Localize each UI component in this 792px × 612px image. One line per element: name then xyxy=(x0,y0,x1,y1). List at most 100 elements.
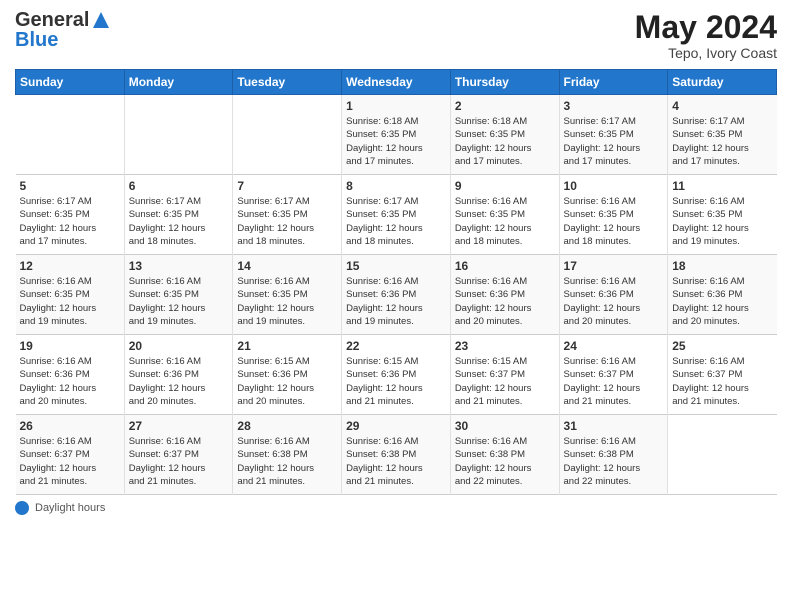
day-info: Sunrise: 6:16 AM Sunset: 6:35 PM Dayligh… xyxy=(20,275,120,328)
day-info: Sunrise: 6:16 AM Sunset: 6:37 PM Dayligh… xyxy=(20,435,120,488)
calendar-cell: 2 Sunrise: 6:18 AM Sunset: 6:35 PM Daylig… xyxy=(450,95,559,175)
week-row-2: 5 Sunrise: 6:17 AM Sunset: 6:35 PM Daylig… xyxy=(16,175,777,255)
col-friday: Friday xyxy=(559,70,668,95)
day-number: 29 xyxy=(346,419,446,433)
calendar-cell xyxy=(233,95,342,175)
col-sunday: Sunday xyxy=(16,70,125,95)
day-number: 18 xyxy=(672,259,772,273)
logo-blue-text: Blue xyxy=(15,29,58,51)
calendar-cell: 22 Sunrise: 6:15 AM Sunset: 6:36 PM Dayli… xyxy=(342,335,451,415)
day-info: Sunrise: 6:16 AM Sunset: 6:35 PM Dayligh… xyxy=(455,195,555,248)
day-info: Sunrise: 6:16 AM Sunset: 6:36 PM Dayligh… xyxy=(346,275,446,328)
day-number: 22 xyxy=(346,339,446,353)
day-number: 21 xyxy=(237,339,337,353)
col-saturday: Saturday xyxy=(668,70,777,95)
day-number: 4 xyxy=(672,99,772,113)
day-number: 31 xyxy=(564,419,664,433)
calendar-cell: 25 Sunrise: 6:16 AM Sunset: 6:37 PM Dayli… xyxy=(668,335,777,415)
calendar-cell: 6 Sunrise: 6:17 AM Sunset: 6:35 PM Daylig… xyxy=(124,175,233,255)
day-number: 15 xyxy=(346,259,446,273)
week-row-4: 19 Sunrise: 6:16 AM Sunset: 6:36 PM Dayli… xyxy=(16,335,777,415)
day-info: Sunrise: 6:16 AM Sunset: 6:38 PM Dayligh… xyxy=(237,435,337,488)
day-number: 30 xyxy=(455,419,555,433)
page: General Blue May 2024 Tepo, Ivory Coast … xyxy=(0,0,792,612)
col-wednesday: Wednesday xyxy=(342,70,451,95)
calendar-cell: 10 Sunrise: 6:16 AM Sunset: 6:35 PM Dayli… xyxy=(559,175,668,255)
day-number: 26 xyxy=(20,419,120,433)
calendar-cell xyxy=(668,415,777,495)
day-info: Sunrise: 6:18 AM Sunset: 6:35 PM Dayligh… xyxy=(346,115,446,168)
day-info: Sunrise: 6:16 AM Sunset: 6:35 PM Dayligh… xyxy=(672,195,772,248)
logo-blue-row: Blue xyxy=(15,30,111,51)
calendar-cell: 24Sunrise: 6:16 AM Sunset: 6:37 PM Dayli… xyxy=(559,335,668,415)
day-info: Sunrise: 6:16 AM Sunset: 6:36 PM Dayligh… xyxy=(455,275,555,328)
col-thursday: Thursday xyxy=(450,70,559,95)
day-number: 27 xyxy=(129,419,229,433)
logo-row: General xyxy=(15,10,111,30)
calendar-cell: 26 Sunrise: 6:16 AM Sunset: 6:37 PM Dayli… xyxy=(16,415,125,495)
calendar-cell: 1Sunrise: 6:18 AM Sunset: 6:35 PM Daylig… xyxy=(342,95,451,175)
day-number: 8 xyxy=(346,179,446,193)
day-info: Sunrise: 6:17 AM Sunset: 6:35 PM Dayligh… xyxy=(672,115,772,168)
day-number: 5 xyxy=(20,179,120,193)
day-number: 25 xyxy=(672,339,772,353)
col-monday: Monday xyxy=(124,70,233,95)
calendar-cell: 19 Sunrise: 6:16 AM Sunset: 6:36 PM Dayli… xyxy=(16,335,125,415)
day-number: 2 xyxy=(455,99,555,113)
footer: Daylight hours xyxy=(15,501,777,515)
day-info: Sunrise: 6:16 AM Sunset: 6:35 PM Dayligh… xyxy=(564,195,664,248)
week-row-5: 26 Sunrise: 6:16 AM Sunset: 6:37 PM Dayli… xyxy=(16,415,777,495)
day-number: 6 xyxy=(129,179,229,193)
day-number: 10 xyxy=(564,179,664,193)
day-info: Sunrise: 6:15 AM Sunset: 6:37 PM Dayligh… xyxy=(455,355,555,408)
calendar-cell: 8 Sunrise: 6:17 AM Sunset: 6:35 PM Daylig… xyxy=(342,175,451,255)
calendar-cell: 17 Sunrise: 6:16 AM Sunset: 6:36 PM Dayli… xyxy=(559,255,668,335)
day-number: 17 xyxy=(564,259,664,273)
day-number: 14 xyxy=(237,259,337,273)
day-info: Sunrise: 6:17 AM Sunset: 6:35 PM Dayligh… xyxy=(20,195,120,248)
day-info: Sunrise: 6:17 AM Sunset: 6:35 PM Dayligh… xyxy=(346,195,446,248)
day-number: 3 xyxy=(564,99,664,113)
day-info: Sunrise: 6:15 AM Sunset: 6:36 PM Dayligh… xyxy=(237,355,337,408)
day-info: Sunrise: 6:16 AM Sunset: 6:35 PM Dayligh… xyxy=(237,275,337,328)
calendar-cell: 12 Sunrise: 6:16 AM Sunset: 6:35 PM Dayli… xyxy=(16,255,125,335)
day-info: Sunrise: 6:16 AM Sunset: 6:35 PM Dayligh… xyxy=(129,275,229,328)
calendar-cell: 9 Sunrise: 6:16 AM Sunset: 6:35 PM Daylig… xyxy=(450,175,559,255)
calendar-cell xyxy=(124,95,233,175)
logo-area: General Blue xyxy=(15,10,111,51)
week-row-1: 1Sunrise: 6:18 AM Sunset: 6:35 PM Daylig… xyxy=(16,95,777,175)
col-tuesday: Tuesday xyxy=(233,70,342,95)
day-info: Sunrise: 6:16 AM Sunset: 6:36 PM Dayligh… xyxy=(129,355,229,408)
day-info: Sunrise: 6:16 AM Sunset: 6:38 PM Dayligh… xyxy=(564,435,664,488)
calendar-table: Sunday Monday Tuesday Wednesday Thursday… xyxy=(15,69,777,495)
day-info: Sunrise: 6:16 AM Sunset: 6:36 PM Dayligh… xyxy=(564,275,664,328)
day-number: 28 xyxy=(237,419,337,433)
logo-general-text: General xyxy=(15,10,89,30)
week-row-3: 12 Sunrise: 6:16 AM Sunset: 6:35 PM Dayli… xyxy=(16,255,777,335)
daylight-label: Daylight hours xyxy=(35,502,105,514)
header: General Blue May 2024 Tepo, Ivory Coast xyxy=(15,10,777,61)
header-row: Sunday Monday Tuesday Wednesday Thursday… xyxy=(16,70,777,95)
calendar-cell: 21 Sunrise: 6:15 AM Sunset: 6:36 PM Dayli… xyxy=(233,335,342,415)
day-info: Sunrise: 6:17 AM Sunset: 6:35 PM Dayligh… xyxy=(237,195,337,248)
calendar-cell: 4 Sunrise: 6:17 AM Sunset: 6:35 PM Daylig… xyxy=(668,95,777,175)
day-info: Sunrise: 6:16 AM Sunset: 6:38 PM Dayligh… xyxy=(455,435,555,488)
calendar-cell: 14 Sunrise: 6:16 AM Sunset: 6:35 PM Dayli… xyxy=(233,255,342,335)
day-info: Sunrise: 6:16 AM Sunset: 6:36 PM Dayligh… xyxy=(20,355,120,408)
day-info: Sunrise: 6:18 AM Sunset: 6:35 PM Dayligh… xyxy=(455,115,555,168)
day-info: Sunrise: 6:15 AM Sunset: 6:36 PM Dayligh… xyxy=(346,355,446,408)
calendar-cell: 31 Sunrise: 6:16 AM Sunset: 6:38 PM Dayli… xyxy=(559,415,668,495)
calendar-cell: 16Sunrise: 6:16 AM Sunset: 6:36 PM Dayli… xyxy=(450,255,559,335)
calendar-cell: 20Sunrise: 6:16 AM Sunset: 6:36 PM Dayli… xyxy=(124,335,233,415)
day-number: 24 xyxy=(564,339,664,353)
calendar-cell: 29Sunrise: 6:16 AM Sunset: 6:38 PM Dayli… xyxy=(342,415,451,495)
day-info: Sunrise: 6:16 AM Sunset: 6:37 PM Dayligh… xyxy=(129,435,229,488)
calendar-cell: 15 Sunrise: 6:16 AM Sunset: 6:36 PM Dayli… xyxy=(342,255,451,335)
day-number: 12 xyxy=(20,259,120,273)
day-number: 9 xyxy=(455,179,555,193)
day-info: Sunrise: 6:17 AM Sunset: 6:35 PM Dayligh… xyxy=(129,195,229,248)
day-number: 19 xyxy=(20,339,120,353)
title-area: May 2024 Tepo, Ivory Coast xyxy=(635,10,777,61)
day-number: 13 xyxy=(129,259,229,273)
day-info: Sunrise: 6:16 AM Sunset: 6:37 PM Dayligh… xyxy=(672,355,772,408)
